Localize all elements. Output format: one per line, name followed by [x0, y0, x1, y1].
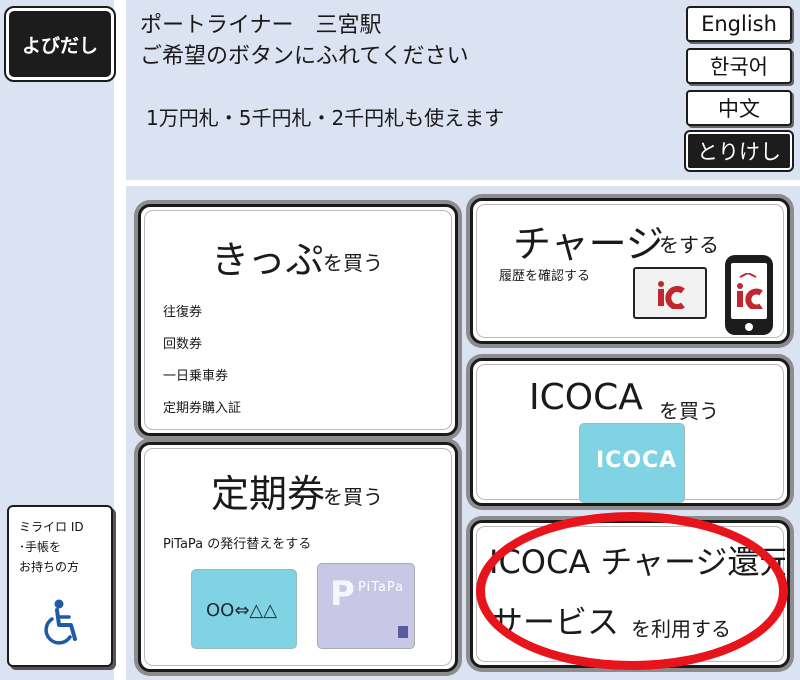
ticket-machine-screen: よびだし ミライロ ID ･手帳を お持ちの方 ポートライナー 三宮駅 ご希望の… [0, 0, 800, 680]
service-title-line2: サービス [491, 603, 620, 641]
english-label: English [701, 12, 777, 36]
icoca-card-text: ICOCA [596, 448, 678, 473]
korean-button[interactable]: 한국어 [686, 48, 792, 84]
chinese-button[interactable]: 中文 [686, 90, 792, 126]
pitapa-card-image: P PiTaPa [317, 563, 415, 649]
call-staff-label: よびだし [21, 34, 98, 57]
charge-rebate-service-button[interactable]: ICOCA チャージ還元 サービス を利用する [470, 520, 790, 668]
charge-button[interactable]: チャージ をする 履歴を確認する [470, 198, 790, 344]
buy-icoca-title: ICOCA [529, 377, 643, 418]
station-title: ポートライナー 三宮駅 [140, 13, 382, 38]
icoca-card-image: ICOCA [579, 423, 685, 503]
ic-card-image [633, 267, 707, 319]
cancel-label: とりけし [697, 140, 781, 164]
icoca-pass-card-image: OO⇔△△ [191, 569, 297, 649]
ticket-item-pass-certificate: 定期券購入証 [163, 401, 242, 416]
ic-logo-icon [658, 281, 685, 309]
service-suffix: を利用する [631, 617, 731, 641]
ticket-item-dayticket: 一日乗車券 [163, 369, 229, 384]
ic-logo-phone-icon [737, 273, 763, 309]
mirairo-line3: お持ちの方 [19, 560, 80, 574]
charge-suffix: をする [659, 233, 719, 257]
mirairo-line2: ･手帳を [19, 540, 62, 554]
smartphone-image [725, 255, 773, 335]
pitapa-card-text: PiTaPa [358, 580, 405, 595]
accepted-bills-text: 1万円札・5千円札・2千円札も使えます [146, 106, 505, 130]
chinese-label: 中文 [718, 97, 760, 121]
call-staff-button[interactable]: よびだし [4, 6, 116, 82]
cancel-button[interactable]: とりけし [684, 130, 794, 172]
main-panel: きっぷ を買う 往復券 回数券 一日乗車券 定期券購入証 定期券 を買う PiT… [126, 186, 800, 680]
charge-title: チャージ [513, 222, 664, 266]
ticket-item-coupon: 回数券 [163, 337, 203, 352]
header-panel: ポートライナー 三宮駅 ご希望のボタンにふれてください 1万円札・5千円札・2千… [126, 0, 800, 180]
buy-icoca-suffix: を買う [659, 399, 719, 423]
buy-ticket-button[interactable]: きっぷ を買う 往復券 回数券 一日乗車券 定期券購入証 [138, 204, 458, 436]
buy-icoca-button[interactable]: ICOCA を買う ICOCA [470, 358, 790, 506]
instruction-text: ご希望のボタンにふれてください [140, 44, 469, 69]
pitapa-reissue-note: PiTaPa の発行替えをする [163, 537, 312, 552]
korean-label: 한국어 [710, 55, 768, 79]
buy-pass-title: 定期券 [211, 472, 326, 516]
service-title: ICOCA チャージ還元 [489, 543, 785, 581]
history-note: 履歴を確認する [499, 269, 591, 284]
buy-ticket-suffix: を買う [323, 251, 383, 275]
english-button[interactable]: English [686, 6, 792, 42]
icoca-pass-card-text: OO⇔△△ [206, 600, 278, 621]
mirairo-id-button[interactable]: ミライロ ID ･手帳を お持ちの方 [7, 505, 113, 667]
wheelchair-icon [44, 599, 77, 645]
buy-ticket-title: きっぷ [211, 238, 324, 282]
mirairo-line1: ミライロ ID [19, 520, 84, 534]
buy-commuter-pass-button[interactable]: 定期券 を買う PiTaPa の発行替えをする OO⇔△△ P PiTaPa [138, 442, 458, 672]
buy-pass-suffix: を買う [323, 485, 383, 509]
left-column: よびだし ミライロ ID ･手帳を お持ちの方 [0, 0, 120, 680]
ticket-item-roundtrip: 往復券 [163, 305, 203, 320]
